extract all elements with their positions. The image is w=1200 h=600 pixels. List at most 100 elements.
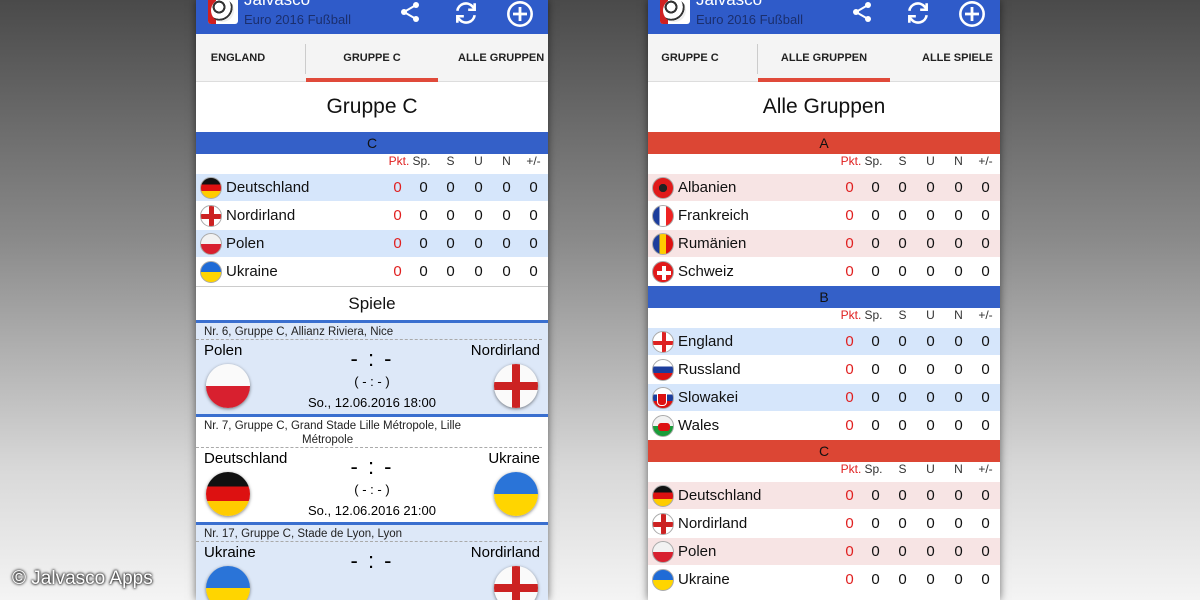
albania-flag-icon (652, 177, 674, 199)
table-row[interactable]: Ukraine 0 0 0 0 0 0 (196, 258, 548, 286)
team-name: Rumänien (678, 235, 747, 252)
goal-diff: 0 (981, 361, 990, 378)
share-icon[interactable] (848, 0, 876, 28)
table-row[interactable]: Polen 0 0 0 0 0 0 (648, 538, 1000, 566)
team-name: Ukraine (678, 571, 730, 588)
tab-alle-gruppen[interactable]: ALLE GRUPPEN (758, 34, 890, 82)
add-circle-icon[interactable] (958, 0, 986, 28)
draws: 0 (926, 515, 935, 532)
wins: 0 (898, 543, 907, 560)
app-bar: Jalvasco Euro 2016 Fußball (196, 0, 548, 34)
tab-gruppe-c[interactable]: GRUPPE C (648, 34, 732, 82)
refresh-icon[interactable] (452, 0, 480, 28)
points: 0 (845, 571, 854, 588)
table-row[interactable]: Rumänien 0 0 0 0 0 0 (648, 230, 1000, 258)
england-flag-icon (652, 331, 674, 353)
tab-alle-gruppen[interactable]: ALLE GRUPPEN (458, 34, 548, 82)
col-n: N (954, 462, 963, 476)
losses: 0 (954, 235, 963, 252)
match-card[interactable]: Nr. 17, Gruppe C, Stade de Lyon, Lyon Uk… (196, 522, 548, 600)
tab-gruppe-c[interactable]: GRUPPE C (306, 34, 438, 82)
table-row[interactable]: Ukraine 0 0 0 0 0 0 (648, 566, 1000, 594)
goal-diff: 0 (981, 487, 990, 504)
losses: 0 (954, 417, 963, 434)
phone-screen-alle-gruppen: Jalvasco Euro 2016 Fußball GRUPPE C ALLE… (648, 0, 1000, 600)
group-header-b: B (648, 286, 1000, 308)
app-logo-icon (660, 0, 690, 24)
column-header: Pkt. Sp. S U N +/- (648, 308, 1000, 328)
goal-diff: 0 (981, 571, 990, 588)
team-name: Deutschland (226, 179, 310, 196)
losses: 0 (502, 179, 511, 196)
app-title: Jalvasco (696, 0, 762, 10)
wins: 0 (898, 361, 907, 378)
played: 0 (871, 235, 880, 252)
table-row[interactable]: Schweiz 0 0 0 0 0 0 (648, 258, 1000, 286)
col-diff: +/- (978, 308, 993, 322)
goal-diff: 0 (981, 207, 990, 224)
tab-england[interactable]: ENGLAND (196, 34, 280, 82)
match-score: - : - (350, 548, 394, 573)
wins: 0 (898, 179, 907, 196)
poland-flag-icon (206, 364, 250, 408)
match-date: So., 12.06.2016 21:00 (308, 503, 436, 518)
wins: 0 (898, 235, 907, 252)
table-row[interactable]: Slowakei 0 0 0 0 0 0 (648, 384, 1000, 412)
wins: 0 (446, 263, 455, 280)
table-row[interactable]: Wales 0 0 0 0 0 0 (648, 412, 1000, 440)
share-icon[interactable] (396, 0, 424, 28)
losses: 0 (954, 487, 963, 504)
match-card[interactable]: Nr. 6, Gruppe C, Allianz Riviera, Nice P… (196, 320, 548, 414)
draws: 0 (926, 207, 935, 224)
losses: 0 (954, 515, 963, 532)
table-row[interactable]: Frankreich 0 0 0 0 0 0 (648, 202, 1000, 230)
column-header: Pkt. Sp. S U N +/- (648, 154, 1000, 174)
column-header: Pkt. Sp. S U N +/- (196, 154, 548, 174)
wins: 0 (898, 487, 907, 504)
page-title: Alle Gruppen (762, 95, 886, 118)
goal-diff: 0 (529, 263, 538, 280)
wins: 0 (898, 417, 907, 434)
table-row[interactable]: Polen 0 0 0 0 0 0 (196, 230, 548, 258)
app-bar: Jalvasco Euro 2016 Fußball (648, 0, 1000, 34)
table-row[interactable]: Deutschland 0 0 0 0 0 0 (196, 174, 548, 202)
losses: 0 (502, 263, 511, 280)
played: 0 (871, 515, 880, 532)
points: 0 (845, 487, 854, 504)
tab-bar: GRUPPE C ALLE GRUPPEN ALLE SPIELE (648, 34, 1000, 82)
poland-flag-icon (652, 541, 674, 563)
points: 0 (845, 207, 854, 224)
match-card[interactable]: Nr. 7, Gruppe C, Grand Stade Lille Métro… (196, 414, 548, 522)
goal-diff: 0 (981, 515, 990, 532)
team-name: Nordirland (678, 515, 748, 532)
ukraine-flag-icon (652, 569, 674, 591)
col-sp: Sp. (412, 154, 431, 168)
points: 0 (845, 235, 854, 252)
phone-screen-gruppe-c: Jalvasco Euro 2016 Fußball ENGLAND GRUPP… (196, 0, 548, 600)
wins: 0 (898, 515, 907, 532)
table-row[interactable]: Nordirland 0 0 0 0 0 0 (196, 202, 548, 230)
team-name: Frankreich (678, 207, 749, 224)
northern-ireland-flag-icon (494, 364, 538, 408)
table-row[interactable]: Albanien 0 0 0 0 0 0 (648, 174, 1000, 202)
table-row[interactable]: Russland 0 0 0 0 0 0 (648, 356, 1000, 384)
wins: 0 (898, 333, 907, 350)
points: 0 (393, 207, 402, 224)
refresh-icon[interactable] (904, 0, 932, 28)
table-row[interactable]: England 0 0 0 0 0 0 (648, 328, 1000, 356)
table-row[interactable]: Deutschland 0 0 0 0 0 0 (648, 482, 1000, 510)
draws: 0 (474, 235, 483, 252)
col-n: N (954, 154, 963, 168)
add-circle-icon[interactable] (506, 0, 534, 28)
tab-alle-spiele[interactable]: ALLE SPIELE (910, 34, 1000, 82)
draws: 0 (926, 361, 935, 378)
romania-flag-icon (652, 233, 674, 255)
losses: 0 (954, 333, 963, 350)
draws: 0 (926, 571, 935, 588)
match-date: So., 12.06.2016 18:00 (308, 395, 436, 410)
northern-ireland-flag-icon (652, 513, 674, 535)
wins: 0 (446, 179, 455, 196)
table-row[interactable]: Nordirland 0 0 0 0 0 0 (648, 510, 1000, 538)
points: 0 (845, 389, 854, 406)
team-name: Polen (678, 543, 717, 560)
